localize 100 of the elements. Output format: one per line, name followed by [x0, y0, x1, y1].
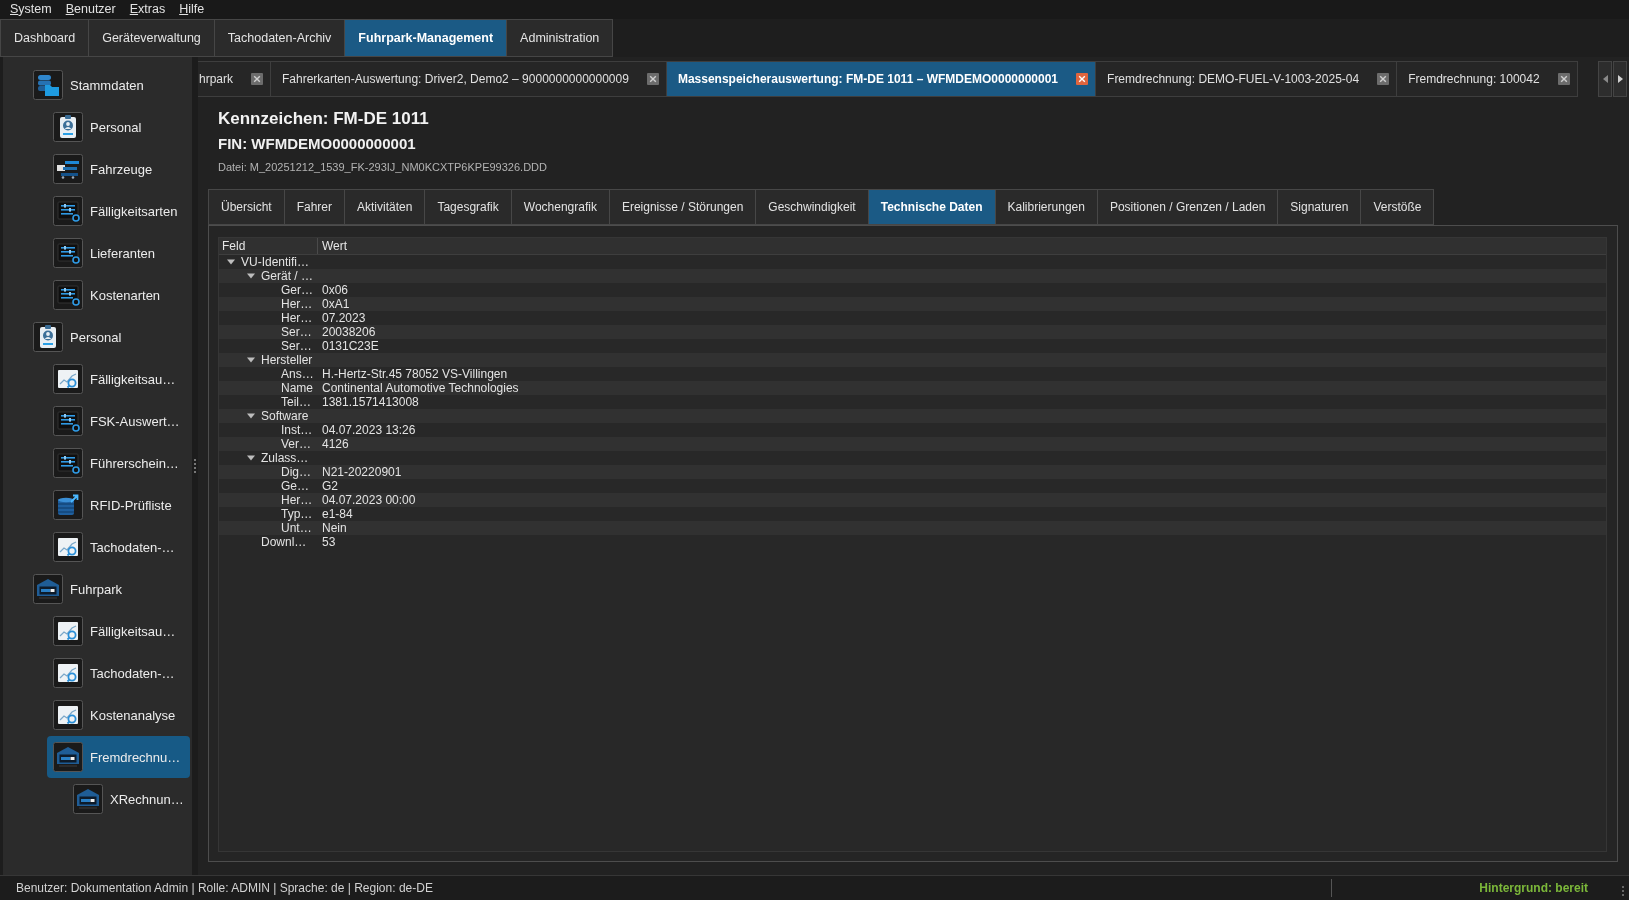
sidebar-item[interactable]: Fahrzeuge	[47, 148, 190, 190]
caret-left-icon	[1602, 75, 1608, 83]
scroll-right-button[interactable]	[1613, 61, 1627, 97]
record-title: Kennzeichen: FM-DE 1011	[218, 109, 430, 129]
detail-tab[interactable]: Positionen / Grenzen / Laden	[1096, 189, 1279, 225]
vehicles-icon	[53, 154, 83, 184]
sidebar-item[interactable]: Stammdaten	[27, 64, 190, 106]
sidebar-item[interactable]: Tachodaten-…	[47, 652, 190, 694]
background-status: Hintergrund: bereit	[1479, 881, 1588, 895]
close-icon[interactable]	[1557, 73, 1570, 85]
field-name: Downl…	[261, 535, 307, 549]
field-value: G2	[321, 479, 338, 493]
detail-tab[interactable]: Übersicht	[208, 189, 285, 225]
field-name: Ge…	[281, 479, 309, 493]
record-subtitle: FIN: WFMDEMO0000000001	[218, 134, 417, 154]
document-tab[interactable]: Massenspeicherauswertung: FM-DE 1011 – WFMDEMO0000000001	[665, 61, 1097, 97]
tree-row[interactable]: Software	[219, 409, 1606, 423]
main-tab[interactable]: Administration	[506, 19, 614, 57]
tree-row[interactable]: Ver… 4126	[219, 437, 1606, 451]
sidebar-item[interactable]: Personal	[27, 316, 190, 358]
detail-tab[interactable]: Ereignisse / Störungen	[608, 189, 757, 225]
close-icon[interactable]	[1076, 73, 1089, 85]
close-icon[interactable]	[1377, 73, 1390, 85]
list-sliders-icon	[53, 196, 83, 226]
menu-item[interactable]: Benutzer	[58, 1, 123, 18]
detail-tab[interactable]: Signaturen	[1277, 189, 1362, 225]
close-icon[interactable]	[251, 73, 263, 85]
field-value: Continental Automotive Technologies	[321, 381, 519, 395]
document-tab[interactable]: Fremdrechnung: DEMO-FUEL-V-1003-2025-04	[1095, 61, 1398, 97]
main-tab[interactable]: Geräteverwaltung	[88, 19, 215, 57]
sidebar-item[interactable]: FSK-Auswert…	[47, 400, 190, 442]
caret-down-icon[interactable]	[247, 454, 255, 462]
column-header[interactable]: Feld	[219, 238, 317, 254]
document-tab[interactable]: Fahrerkarten-Auswertung: Driver2, Demo2 – 9000000000000009	[270, 61, 667, 97]
sidebar-item[interactable]: Fälligkeitsau…	[47, 610, 190, 652]
tree-row[interactable]: Dig… N21-20220901	[219, 465, 1606, 479]
main-tab[interactable]: Fuhrpark-Management	[344, 19, 508, 57]
database-folder-icon	[33, 70, 63, 100]
field-value: 0xA1	[321, 297, 350, 311]
menu-item[interactable]: System	[3, 1, 59, 18]
caret-down-icon[interactable]	[247, 356, 255, 364]
sidebar-item[interactable]: Fuhrpark	[27, 568, 190, 610]
caret-down-icon[interactable]	[227, 258, 235, 266]
caret-down-icon[interactable]	[247, 412, 255, 420]
field-name: Unt…	[281, 521, 312, 535]
sidebar-item[interactable]: Fälligkeitsau…	[47, 358, 190, 400]
sidebar-item[interactable]: Kostenarten	[47, 274, 190, 316]
sidebar-item[interactable]: Kostenanalyse	[47, 694, 190, 736]
id-badge-icon	[33, 322, 63, 352]
sidebar-item[interactable]: Fremdrechnu…	[47, 736, 190, 778]
caret-down-icon[interactable]	[247, 272, 255, 280]
field-name: Ser…	[281, 325, 312, 339]
close-icon[interactable]	[646, 73, 659, 85]
field-value: 4126	[321, 437, 349, 451]
field-name: Hersteller	[261, 353, 313, 367]
field-value: H.-Hertz-Str.45 78052 VS-Villingen	[321, 367, 508, 381]
session-info: Benutzer: Dokumentation Admin | Rolle: ADMIN | Sprache: de | Region: de-DE	[15, 881, 433, 895]
detail-tab[interactable]: Wochengrafik	[510, 189, 610, 225]
id-badge-icon	[53, 112, 83, 142]
document-tab[interactable]: hrpark	[198, 61, 271, 97]
field-name: Gerät / …	[261, 269, 313, 283]
document-tab[interactable]: Fremdrechnung: 100042	[1396, 61, 1578, 97]
list-sliders-icon	[53, 238, 83, 268]
field-value: 04.07.2023 00:00	[321, 493, 416, 507]
tree-row[interactable]: Name Continental Automotive Technologies	[219, 381, 1606, 395]
field-value: e1-84	[321, 507, 353, 521]
sidebar-item[interactable]: XRechnun…	[67, 778, 190, 820]
caret-right-icon	[1617, 75, 1623, 83]
tree-row[interactable]: Her… 0xA1	[219, 297, 1606, 311]
detail-tab[interactable]: Aktivitäten	[344, 189, 426, 225]
sidebar-item[interactable]: Personal	[47, 106, 190, 148]
detail-tab[interactable]: Tagesgrafik	[424, 189, 512, 225]
main-tab[interactable]: Dashboard	[0, 19, 90, 57]
detail-tab[interactable]: Geschwindigkeit	[755, 189, 869, 225]
garage-truck-icon	[53, 742, 83, 772]
detail-tab[interactable]: Fahrer	[283, 189, 346, 225]
tree-row[interactable]: Ser… 20038206	[219, 325, 1606, 339]
database-export-icon	[53, 490, 83, 520]
tree-row[interactable]: Hersteller	[219, 353, 1606, 367]
main-tab[interactable]: Tachodaten-Archiv	[213, 19, 346, 57]
resize-grip-icon[interactable]	[1620, 886, 1626, 896]
sidebar-item[interactable]: Fälligkeitsarten	[47, 190, 190, 232]
detail-tab[interactable]: Verstöße	[1360, 189, 1435, 225]
tree-row[interactable]: Unt… Nein	[219, 521, 1606, 535]
sidebar-item[interactable]: Lieferanten	[47, 232, 190, 274]
sidebar-item[interactable]: RFID-Prüfliste	[47, 484, 190, 526]
column-header[interactable]: Wert	[317, 238, 1606, 254]
scroll-left-button[interactable]	[1598, 61, 1612, 97]
splitter-handle[interactable]	[192, 57, 198, 875]
field-value: 07.2023	[321, 311, 366, 325]
menu-item[interactable]: Hilfe	[172, 1, 212, 18]
tree-row[interactable]: Gerät / …	[219, 269, 1606, 283]
detail-tab[interactable]: Kalibrierungen	[994, 189, 1098, 225]
list-sliders-icon	[53, 406, 83, 436]
sidebar-item[interactable]: Tachodaten-…	[47, 526, 190, 568]
chart-magnifier-icon	[53, 616, 83, 646]
sidebar-item[interactable]: Führerschein…	[47, 442, 190, 484]
menu-item[interactable]: Extras	[122, 1, 173, 18]
tree-row[interactable]: Her… 04.07.2023 00:00	[219, 493, 1606, 507]
detail-tab[interactable]: Technische Daten	[867, 189, 996, 225]
